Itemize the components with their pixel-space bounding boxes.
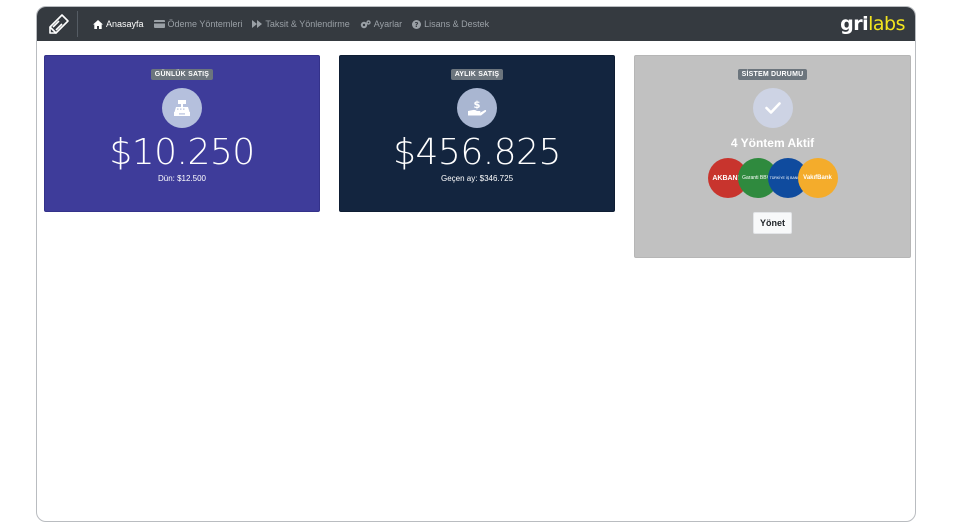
home-icon bbox=[93, 19, 103, 29]
daily-sales-card: GÜNLÜK SATIŞ $10.250 Dün: $12.500 bbox=[44, 55, 320, 212]
nav-divider bbox=[77, 11, 78, 37]
nav-item-settings[interactable]: Ayarlar bbox=[360, 19, 402, 29]
forward-icon bbox=[252, 20, 263, 28]
app-window: Anasayfa Ödeme Yöntemleri Taksit & Yönle… bbox=[36, 6, 916, 522]
daily-icon-circle bbox=[162, 88, 202, 128]
nav-item-label: Ödeme Yöntemleri bbox=[167, 19, 243, 29]
nav-item-payment-methods[interactable]: Ödeme Yöntemleri bbox=[153, 19, 243, 29]
bank-label: VakıfBank bbox=[803, 175, 832, 181]
daily-sales-amount: $10.250 bbox=[109, 132, 255, 173]
active-methods-title: 4 Yöntem Aktif bbox=[730, 136, 815, 150]
nav-item-home[interactable]: Anasayfa bbox=[93, 19, 144, 29]
manage-button[interactable]: Yönet bbox=[752, 212, 792, 234]
credit-card-icon bbox=[153, 20, 165, 28]
main-nav: Anasayfa Ödeme Yöntemleri Taksit & Yönle… bbox=[93, 7, 499, 41]
brand-logo-icon[interactable] bbox=[47, 12, 71, 36]
daily-sales-badge: GÜNLÜK SATIŞ bbox=[150, 69, 214, 80]
nav-item-installments[interactable]: Taksit & Yönlendirme bbox=[252, 19, 350, 29]
navbar: Anasayfa Ödeme Yöntemleri Taksit & Yönle… bbox=[37, 7, 915, 41]
nav-item-license-support[interactable]: ? Lisans & Destek bbox=[412, 19, 489, 29]
logo-part-labs: labs bbox=[868, 13, 905, 35]
daily-sales-previous: Dün: $12.500 bbox=[157, 174, 207, 183]
nav-item-label: Taksit & Yönlendirme bbox=[265, 19, 350, 29]
system-status-badge: SİSTEM DURUMU bbox=[737, 69, 808, 80]
monthly-sales-card: AYLIK SATIŞ $ $456.825 Geçen ay: $346.72… bbox=[339, 55, 615, 212]
grilabs-logo[interactable]: grilabs bbox=[840, 12, 905, 36]
status-icon-circle bbox=[752, 88, 793, 128]
question-circle-icon: ? bbox=[412, 19, 422, 29]
gears-icon bbox=[360, 19, 371, 28]
system-status-card: SİSTEM DURUMU 4 Yöntem Aktif AKBANK Gara… bbox=[634, 55, 911, 258]
monthly-sales-badge: AYLIK SATIŞ bbox=[450, 69, 504, 80]
nav-item-label: Ayarlar bbox=[373, 19, 403, 29]
monthly-sales-previous: Geçen ay: $346.725 bbox=[440, 174, 514, 183]
logo-part-gri: gri bbox=[840, 13, 869, 35]
bank-logos: AKBANK Garanti BBVA TÜRKİYE İŞ BANKASI V… bbox=[635, 158, 910, 198]
nav-item-label: Lisans & Destek bbox=[424, 19, 490, 29]
monthly-sales-amount: $456.825 bbox=[393, 132, 561, 173]
vakifbank-logo: VakıfBank bbox=[797, 158, 838, 198]
svg-text:$: $ bbox=[474, 100, 481, 111]
nav-item-label: Anasayfa bbox=[106, 19, 144, 29]
hand-dollar-icon: $ bbox=[468, 100, 487, 116]
monthly-icon-circle: $ bbox=[457, 88, 497, 128]
svg-text:?: ? bbox=[415, 21, 419, 29]
cash-register-icon bbox=[174, 100, 190, 116]
check-icon bbox=[764, 102, 781, 114]
